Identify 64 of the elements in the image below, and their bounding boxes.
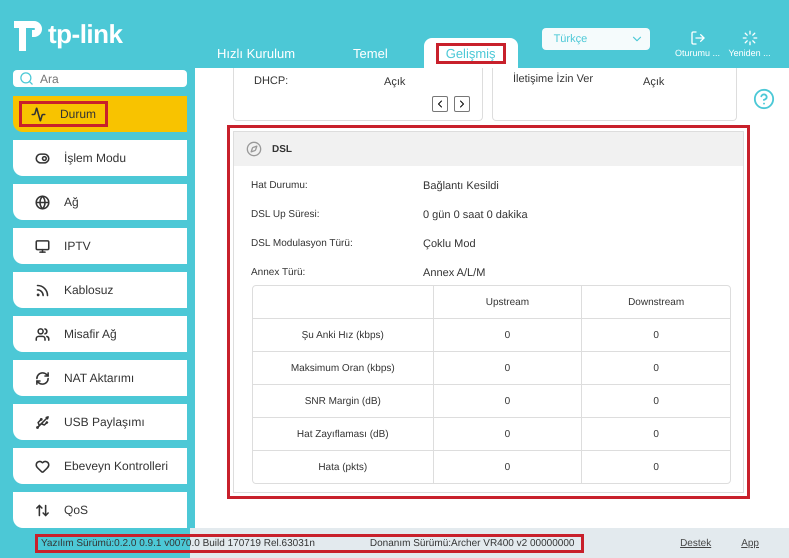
table-cell: 0 bbox=[582, 384, 730, 417]
pulse-icon bbox=[31, 106, 46, 122]
field-value: Annex A/L/M bbox=[423, 267, 486, 279]
globe-icon bbox=[35, 194, 50, 210]
footer-link[interactable]: Destek bbox=[680, 538, 712, 548]
table-cell: Şu Anki Hız (kbps) bbox=[253, 318, 434, 351]
sidebar-item[interactable]: USB Paylaşımı bbox=[13, 404, 187, 440]
usb-icon bbox=[35, 414, 50, 430]
field-label: DSL Modulasyon Türü: bbox=[251, 238, 354, 250]
heart-icon bbox=[35, 458, 50, 474]
search-field[interactable]: Ara bbox=[13, 70, 187, 87]
table-cell: Maksimum Oran (kbps) bbox=[253, 351, 434, 384]
field-label: Hat Durumu: bbox=[251, 180, 309, 192]
hardware-version: Donanım Sürümü:Archer VR400 v2 00000000 bbox=[370, 538, 574, 548]
sidebar-item[interactable]: Kablosuz bbox=[13, 272, 187, 308]
toggle-icon bbox=[35, 150, 50, 166]
previous-button[interactable] bbox=[432, 96, 448, 112]
table-cell: Hat Zayıflaması (dB) bbox=[253, 417, 434, 450]
card-value: Açık bbox=[384, 76, 406, 88]
sidebar-item[interactable]: IPTV bbox=[13, 228, 187, 264]
sidebar-item[interactable]: Durum bbox=[13, 96, 187, 132]
next-button[interactable] bbox=[454, 96, 470, 112]
field-value: Bağlantı Kesildi bbox=[423, 180, 500, 192]
table-cell: SNR Margin (dB) bbox=[253, 384, 434, 417]
spinner-icon bbox=[742, 30, 758, 46]
sidebar-item[interactable]: İşlem Modu bbox=[13, 140, 187, 176]
table-cell: 0 bbox=[582, 351, 730, 384]
sidebar-item[interactable]: NAT Aktarımı bbox=[13, 360, 187, 396]
logout-icon bbox=[690, 30, 706, 46]
up-down-arrows-icon bbox=[35, 502, 50, 518]
table-cell: 0 bbox=[434, 417, 582, 450]
compass-icon bbox=[246, 141, 262, 157]
sidebar-item[interactable]: QoS bbox=[13, 492, 187, 528]
action-label: Yeniden ... bbox=[728, 48, 771, 58]
table-cell: 0 bbox=[434, 450, 582, 483]
table-cell: 0 bbox=[434, 351, 582, 384]
action-label: Oturumu ... bbox=[675, 48, 720, 58]
column-header: Downstream bbox=[627, 296, 686, 310]
circular-arrows-icon bbox=[35, 370, 50, 386]
footer-link[interactable]: App bbox=[741, 538, 759, 548]
search-icon bbox=[19, 71, 34, 86]
monitor-icon bbox=[35, 238, 50, 254]
sidebar-item[interactable]: Ağ bbox=[13, 184, 187, 220]
card-value: Açık bbox=[643, 76, 666, 88]
table-cell: 0 bbox=[582, 450, 730, 483]
field-value: Çoklu Mod bbox=[423, 238, 477, 250]
panel-title: DSL bbox=[272, 144, 292, 154]
logo-text: tp-link bbox=[48, 18, 122, 50]
field-label: Annex Türü: bbox=[251, 267, 306, 279]
sidebar-item[interactable]: Misafir Ağ bbox=[13, 316, 187, 352]
people-icon bbox=[35, 326, 50, 342]
field-label: DSL Up Süresi: bbox=[251, 209, 321, 221]
signal-icon bbox=[35, 282, 50, 298]
card-label: DHCP: bbox=[254, 76, 290, 87]
table-cell: 0 bbox=[434, 384, 582, 417]
table-cell: Hata (pkts) bbox=[253, 450, 434, 483]
field-value: 0 gün 0 saat 0 dakika bbox=[423, 209, 529, 221]
column-header: Upstream bbox=[434, 286, 582, 318]
table-cell: 0 bbox=[582, 417, 730, 450]
table-cell: 0 bbox=[582, 318, 730, 351]
table-cell: 0 bbox=[434, 318, 582, 351]
sidebar-item[interactable]: Ebeveyn Kontrolleri bbox=[13, 448, 187, 484]
search-input[interactable]: Ara bbox=[38, 70, 172, 86]
card-label: İletişime İzin Ver bbox=[513, 74, 594, 85]
